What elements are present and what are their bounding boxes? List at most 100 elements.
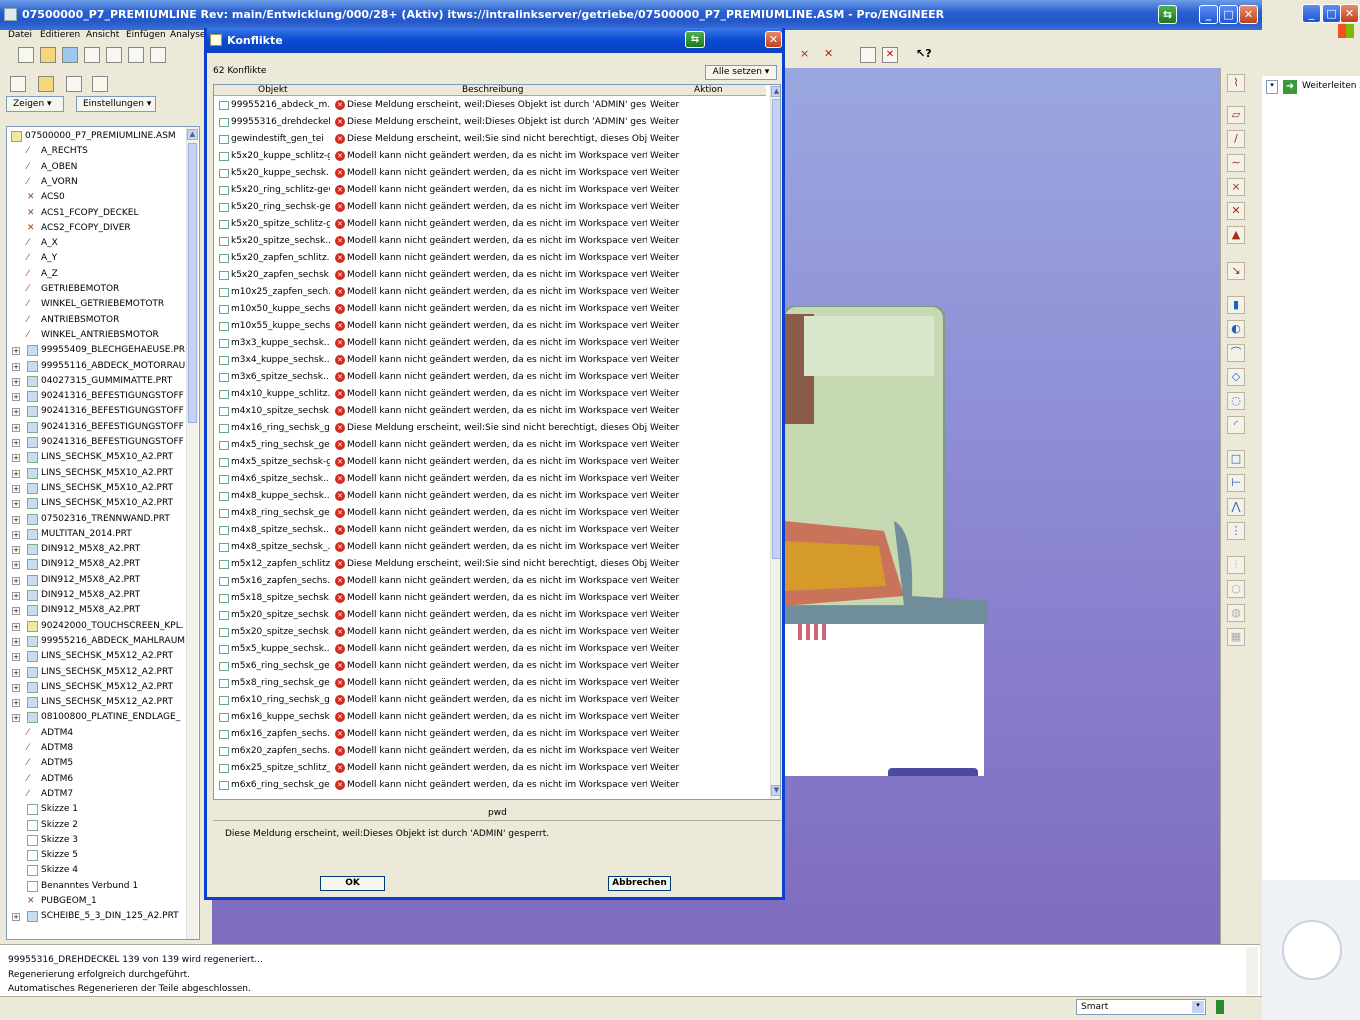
draft-icon[interactable]: ⋀: [1227, 498, 1245, 516]
tree-item[interactable]: + DIN912_M5X8_A2.PRT: [7, 557, 185, 572]
expand-icon[interactable]: +: [12, 454, 20, 463]
expand-icon[interactable]: +: [12, 637, 20, 646]
tree-item[interactable]: Skizze 1: [7, 802, 185, 817]
conflict-row[interactable]: k5x20_zapfen_schlitz.. ✕ Modell kann nicht…: [214, 250, 766, 267]
weiterleiten-link[interactable]: Weiterleiten zu: [1302, 81, 1360, 91]
expand-icon[interactable]: +: [12, 607, 20, 616]
help-icon[interactable]: ↖?: [916, 47, 932, 63]
conflict-action[interactable]: Weiter: [650, 488, 679, 505]
tree-item[interactable]: +90241316_BEFESTIGUNGSTOFF: [7, 389, 185, 404]
expand-icon[interactable]: +: [12, 500, 20, 509]
tree-item[interactable]: Skizze 2: [7, 818, 185, 833]
tree-item[interactable]: + DIN912_M5X8_A2.PRT: [7, 542, 185, 557]
browser-dropdown-icon[interactable]: ▾: [1266, 80, 1278, 94]
layer-icon[interactable]: [38, 76, 54, 92]
grid-icon[interactable]: ▦: [1227, 628, 1245, 646]
conflict-action[interactable]: Weiter: [650, 641, 679, 658]
conflict-row[interactable]: m5x5_kuppe_sechsk.. ✕ Modell kann nicht ge…: [214, 641, 766, 658]
conflict-action[interactable]: Weiter: [650, 437, 679, 454]
tree-item[interactable]: + LINS_SECHSK_M5X12_A2.PRT: [7, 665, 185, 680]
conflict-action[interactable]: Weiter: [650, 624, 679, 641]
scroll-up-icon[interactable]: ▲: [187, 129, 198, 140]
conflict-action[interactable]: Weiter: [650, 301, 679, 318]
pattern-icon[interactable]: ⋮: [1227, 522, 1245, 540]
expand-icon[interactable]: +: [12, 439, 20, 447]
tree-item[interactable]: +99955216_ABDECK_MAHLRAUM.: [7, 634, 188, 649]
csys-icon[interactable]: ✕: [1227, 202, 1245, 220]
tree-item[interactable]: +99955116_ABDECK_MOTORRAU: [7, 359, 185, 374]
alle-setzen-button[interactable]: Alle setzen ▾: [705, 65, 777, 80]
copy-icon[interactable]: [150, 47, 166, 63]
tree-item[interactable]: + LINS_SECHSK_M5X12_A2.PRT: [7, 695, 185, 710]
tree-item[interactable]: + LINS_SECHSK_M5X10_A2.PRT: [7, 496, 185, 511]
filter-dropdown-icon[interactable]: ▾: [1192, 1001, 1204, 1013]
menu-datei[interactable]: Datei: [8, 30, 32, 40]
scroll-down-icon[interactable]: ▼: [771, 785, 780, 796]
sweep-icon[interactable]: ⌒: [1227, 344, 1245, 362]
network-icon[interactable]: ⇆: [1158, 5, 1177, 24]
conflict-action[interactable]: Weiter: [650, 590, 679, 607]
conflict-row[interactable]: m3x3_kuppe_sechsk.. ✕ Modell kann nicht ge…: [214, 335, 766, 352]
tree-item[interactable]: ⁄ ADTM8: [7, 741, 185, 756]
message-scrollbar[interactable]: [1246, 947, 1258, 995]
conflict-action[interactable]: Weiter: [650, 505, 679, 522]
conflict-action[interactable]: Weiter: [650, 165, 679, 182]
conflict-row[interactable]: m10x25_zapfen_sech.. ✕ Modell kann nicht g…: [214, 284, 766, 301]
conflict-action[interactable]: Weiter: [650, 454, 679, 471]
conflict-row[interactable]: m5x20_spitze_sechsk.. ✕ Modell kann nicht …: [214, 607, 766, 624]
tree-item[interactable]: ⁄ ADTM7: [7, 787, 185, 802]
expand-icon[interactable]: +: [12, 653, 20, 662]
conflict-action[interactable]: Weiter: [650, 386, 679, 403]
tree-item[interactable]: ✕ ACS2_FCOPY_DIVER: [7, 221, 185, 236]
window-icon[interactable]: [860, 47, 876, 63]
conflict-row[interactable]: k5x20_kuppe_schlitz-g.. ✕ Modell kann nich…: [214, 148, 766, 165]
tree-scroll-thumb[interactable]: [188, 143, 197, 423]
expand-icon[interactable]: +: [12, 546, 20, 555]
expand-icon[interactable]: +: [12, 377, 20, 386]
tree-item[interactable]: ⁄ A_Y: [7, 251, 185, 266]
conflict-action[interactable]: Weiter: [650, 777, 679, 794]
dialog-close-button[interactable]: ✕: [765, 31, 782, 48]
tree-item[interactable]: ✕ ACS0: [7, 190, 185, 205]
conflict-row[interactable]: 99955216_abdeck_m.. ✕ Diese Meldung ersche…: [214, 97, 766, 114]
cancel-button[interactable]: Abbrechen: [608, 876, 671, 891]
mail-icon[interactable]: [106, 47, 122, 63]
tree-item[interactable]: Skizze 4: [7, 863, 185, 878]
tree-item[interactable]: Skizze 5: [7, 848, 185, 863]
tree-item[interactable]: +90241316_BEFESTIGUNGSTOFF: [7, 435, 185, 450]
tree-item[interactable]: ⁄ A_OBEN: [7, 160, 185, 175]
tree-item[interactable]: + LINS_SECHSK_M5X12_A2.PRT: [7, 649, 185, 664]
expand-icon[interactable]: +: [12, 408, 20, 417]
browser-close-button[interactable]: ✕: [1340, 4, 1359, 23]
tree-item[interactable]: ⁄ WINKEL_GETRIEBEMOTOTR: [7, 297, 185, 312]
merge-icon[interactable]: ○: [1227, 580, 1245, 598]
conflict-row[interactable]: k5x20_zapfen_sechsk.. ✕ Modell kann nicht …: [214, 267, 766, 284]
conflict-row[interactable]: m4x8_spitze_sechsk_.. ✕ Modell kann nicht …: [214, 539, 766, 556]
browser-restore-button[interactable]: □: [1322, 4, 1341, 23]
tree-item[interactable]: + DIN912_M5X8_A2.PRT: [7, 603, 185, 618]
conflict-action[interactable]: Weiter: [650, 743, 679, 760]
conflict-row[interactable]: m5x18_spitze_sechsk.. ✕ Modell kann nicht …: [214, 590, 766, 607]
conflict-action[interactable]: Weiter: [650, 284, 679, 301]
conflict-action[interactable]: Weiter: [650, 199, 679, 216]
menu-einfuegen[interactable]: Einfügen: [126, 30, 166, 40]
round-icon[interactable]: ◜: [1227, 416, 1245, 434]
hole-icon[interactable]: ◌: [1227, 392, 1245, 410]
tree-item[interactable]: ✕ ACS1_FCOPY_DECKEL: [7, 206, 185, 221]
tree-item[interactable]: ✕ PUBGEOM_1: [7, 894, 185, 909]
open-icon[interactable]: [40, 47, 56, 63]
conflict-action[interactable]: Weiter: [650, 709, 679, 726]
expand-icon[interactable]: +: [12, 423, 20, 432]
folder-icon[interactable]: [66, 76, 82, 92]
menu-ansicht[interactable]: Ansicht: [86, 30, 119, 40]
expand-icon[interactable]: +: [12, 913, 20, 922]
column-aktion[interactable]: Aktion: [694, 85, 723, 96]
conflict-row[interactable]: m5x8_ring_sechsk_ge.. ✕ Modell kann nicht …: [214, 675, 766, 692]
conflict-action[interactable]: Weiter: [650, 216, 679, 233]
expand-icon[interactable]: +: [12, 622, 20, 631]
plane-icon[interactable]: ▱: [1227, 106, 1245, 124]
tree-item[interactable]: +90241316_BEFESTIGUNGSTOFF: [7, 404, 185, 419]
conflict-row[interactable]: m4x6_spitze_sechsk.. ✕ Modell kann nicht g…: [214, 471, 766, 488]
conflict-row[interactable]: m5x20_spitze_sechsk.. ✕ Modell kann nicht …: [214, 624, 766, 641]
minimize-button[interactable]: _: [1199, 5, 1218, 24]
